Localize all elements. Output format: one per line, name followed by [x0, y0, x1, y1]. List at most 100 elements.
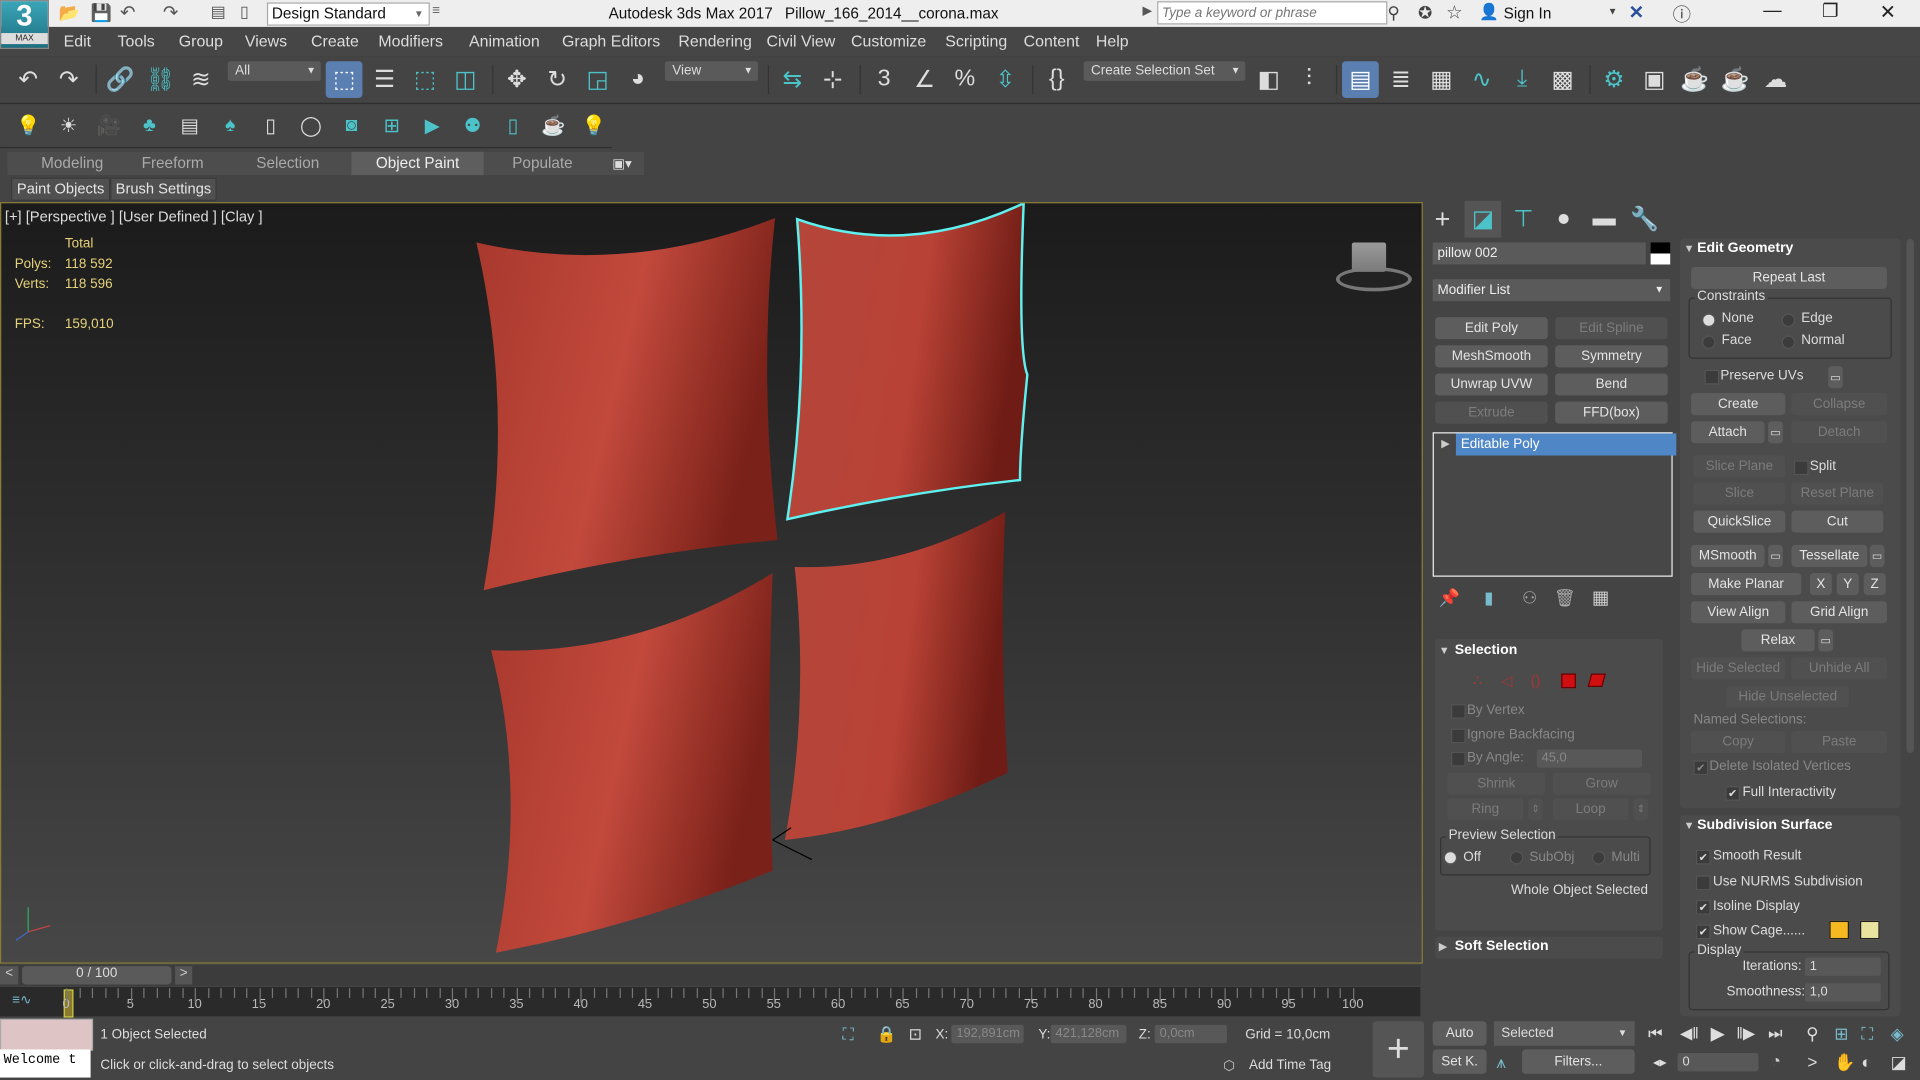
ribbon-tab-modeling[interactable]: Modeling: [24, 152, 120, 175]
loop-button[interactable]: Loop: [1552, 798, 1629, 821]
scene-explorer-icon[interactable]: ▤: [1342, 61, 1379, 98]
relax-button[interactable]: Relax: [1741, 629, 1815, 652]
sun-icon[interactable]: ☀: [50, 108, 87, 145]
exchange-apps-icon[interactable]: ✕: [1629, 1, 1644, 23]
field-of-view-icon[interactable]: >: [1807, 1052, 1817, 1072]
angle-snap-icon[interactable]: ∠: [906, 61, 943, 98]
restore-icon[interactable]: ❐: [1822, 0, 1838, 22]
slice-plane-button[interactable]: Slice Plane: [1693, 455, 1786, 478]
x-coordinate-field[interactable]: 192,891cm: [951, 1024, 1024, 1044]
layer-explorer-icon[interactable]: ≣: [1382, 61, 1419, 98]
viewport-perspective[interactable]: [+] [Perspective ] [User Defined ] [Clay…: [0, 202, 1423, 964]
selection-lock-icon[interactable]: 🔒: [877, 1025, 897, 1045]
pin-stack-icon[interactable]: 📌: [1439, 588, 1460, 609]
ribbon-tab-freeform[interactable]: Freeform: [122, 152, 222, 175]
select-object-icon[interactable]: ⬚: [325, 61, 363, 98]
msmooth-settings-icon[interactable]: ▭: [1768, 544, 1783, 567]
forest-icon[interactable]: ♠: [212, 108, 249, 145]
vertex-mode-icon[interactable]: ∴: [1473, 672, 1482, 689]
render-iterative-icon[interactable]: ☕: [1717, 61, 1754, 98]
ring-spinner[interactable]: ⇕: [1528, 798, 1543, 821]
preserve-uvs-settings-icon[interactable]: ▭: [1828, 366, 1843, 389]
light-icon[interactable]: 💡: [10, 108, 47, 145]
hierarchy-tab-icon[interactable]: ⊤: [1505, 201, 1542, 238]
grid-align-button[interactable]: Grid Align: [1791, 601, 1887, 624]
preview-subobj-radio[interactable]: [1509, 851, 1524, 865]
collapse-button[interactable]: Collapse: [1791, 393, 1887, 416]
constraint-face-radio[interactable]: [1702, 335, 1716, 349]
preserve-uvs-checkbox[interactable]: [1704, 369, 1720, 385]
menu-views[interactable]: Views: [245, 32, 287, 50]
render-icon[interactable]: ☕: [1676, 61, 1713, 98]
unlink-icon[interactable]: ⛓: [142, 61, 179, 98]
modifier-list-dropdown[interactable]: Modifier List ▼: [1432, 279, 1671, 302]
ignore-backfacing-checkbox[interactable]: [1451, 728, 1466, 744]
search-input[interactable]: [1157, 1, 1388, 25]
attach-list-icon[interactable]: ▭: [1768, 421, 1783, 444]
undo-icon[interactable]: ↶: [10, 61, 47, 98]
current-frame-field[interactable]: 0: [1677, 1053, 1759, 1072]
workspace-dropdown[interactable]: Design Standard ▼: [266, 2, 430, 26]
show-cage-checkbox[interactable]: ✔: [1695, 924, 1711, 940]
planar-z-button[interactable]: Z: [1863, 573, 1886, 596]
smoothness-spinner[interactable]: 1,0: [1804, 983, 1881, 1002]
rect-selection-icon[interactable]: ⬚: [407, 61, 444, 98]
menu-civil-view[interactable]: Civil View: [767, 32, 836, 50]
snap-3d-icon[interactable]: 3: [866, 61, 903, 98]
expand-triangle-icon[interactable]: ▶: [1439, 940, 1447, 953]
modifier-button-meshsmooth[interactable]: MeshSmooth: [1435, 345, 1548, 368]
orbit-icon[interactable]: ◐: [1861, 1052, 1871, 1072]
modifier-stack[interactable]: ▶ Editable Poly: [1432, 432, 1677, 577]
menu-scripting[interactable]: Scripting: [945, 32, 1007, 50]
undo-icon[interactable]: ↶: [120, 1, 135, 23]
cage-color-swatch-2[interactable]: [1860, 920, 1880, 940]
list-icon[interactable]: ▤: [171, 108, 208, 145]
pillow-3[interactable]: [491, 573, 773, 953]
menu-content[interactable]: Content: [1024, 32, 1080, 50]
select-by-name-icon[interactable]: ☰: [366, 61, 403, 98]
subtab-brush-settings[interactable]: Brush Settings: [110, 177, 217, 201]
isolate-selection-icon[interactable]: ⛶: [842, 1025, 853, 1045]
command-panel-scrollbar[interactable]: [1906, 238, 1914, 754]
make-planar-button[interactable]: Make Planar: [1691, 573, 1802, 596]
pan-hand-icon[interactable]: ✋: [1834, 1052, 1855, 1073]
mirror-axis-icon[interactable]: ◧: [1250, 61, 1287, 98]
ribbon-tab-selection[interactable]: Selection: [227, 152, 349, 175]
camera-icon[interactable]: 🎥: [91, 108, 128, 145]
menu-create[interactable]: Create: [311, 32, 359, 50]
expand-triangle-icon[interactable]: ▶: [1441, 437, 1449, 450]
planar-x-button[interactable]: X: [1809, 573, 1832, 596]
modifier-button-unwrap-uvw[interactable]: Unwrap UVW: [1435, 373, 1548, 396]
utilities-tab-icon[interactable]: 🔧: [1626, 201, 1663, 238]
y-coordinate-field[interactable]: 421,128cm: [1050, 1024, 1127, 1044]
grow-button[interactable]: Grow: [1552, 772, 1651, 795]
modifier-button-edit-spline[interactable]: Edit Spline: [1555, 317, 1668, 340]
modifier-button-extrude[interactable]: Extrude: [1435, 401, 1548, 424]
msmooth-button[interactable]: MSmooth: [1691, 544, 1765, 567]
menu-edit[interactable]: Edit: [64, 32, 91, 50]
previous-frame-button[interactable]: <: [0, 966, 19, 985]
auto-key-button[interactable]: Auto: [1432, 1021, 1487, 1046]
align-tool-icon[interactable]: ⫶: [1291, 61, 1328, 98]
create-button[interactable]: Create: [1691, 393, 1786, 416]
absolute-mode-icon[interactable]: ⊡: [909, 1025, 922, 1045]
play-frame-icon[interactable]: ▶: [414, 108, 451, 145]
preview-off-radio[interactable]: [1443, 851, 1458, 865]
binoculars-icon[interactable]: ⚲: [1387, 2, 1400, 23]
material-editor-icon[interactable]: ▩: [1544, 61, 1581, 98]
zoom-all-icon[interactable]: ⊞: [1834, 1024, 1848, 1045]
app-menu-button[interactable]: 3 MAX: [0, 0, 49, 49]
ref-coord-dropdown[interactable]: View ▼: [664, 61, 758, 81]
pillow-4[interactable]: [784, 511, 1008, 841]
mirror-icon[interactable]: ⇆: [774, 61, 811, 98]
play-icon[interactable]: ▶: [1711, 1022, 1725, 1045]
constraint-normal-radio[interactable]: [1781, 335, 1796, 349]
menu-animation[interactable]: Animation: [469, 32, 540, 50]
window-crossing-icon[interactable]: ◫: [447, 61, 484, 98]
ribbon-toggle-icon[interactable]: ▦: [1423, 61, 1460, 98]
ribbon-tab-populate[interactable]: Populate: [487, 152, 597, 175]
quickslice-button[interactable]: QuickSlice: [1693, 510, 1786, 533]
paste-button[interactable]: Paste: [1791, 731, 1887, 754]
rendered-frame-icon[interactable]: ▣: [1636, 61, 1673, 98]
menu-help[interactable]: Help: [1096, 32, 1129, 50]
